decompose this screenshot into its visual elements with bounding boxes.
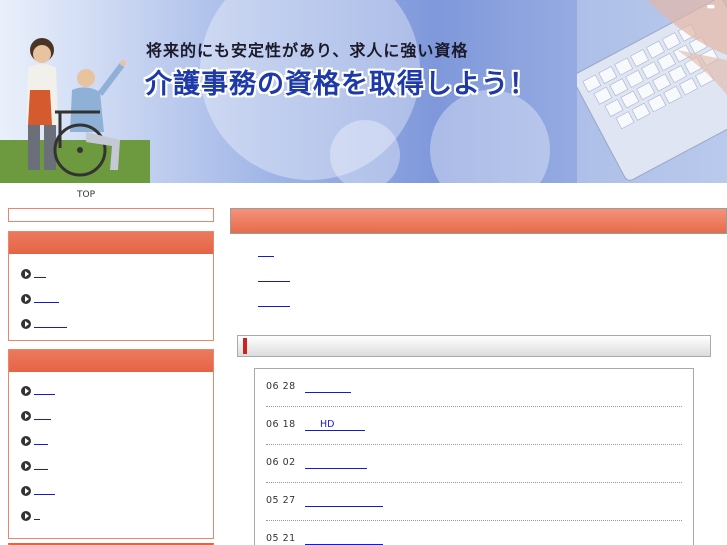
main-link[interactable]	[258, 272, 290, 282]
sidebar-menu-1	[8, 231, 214, 341]
main-link[interactable]	[258, 247, 274, 257]
sidebar-item-link[interactable]	[34, 487, 55, 495]
arrow-right-icon	[21, 485, 31, 496]
sidebar-item[interactable]	[21, 311, 201, 336]
news-row: 06 18 HD	[266, 407, 682, 445]
arrow-right-icon	[21, 435, 31, 446]
news-link[interactable]	[305, 533, 383, 545]
sidebar-menu-2-header	[9, 350, 213, 372]
news-link[interactable]: HD	[305, 419, 365, 431]
section-marker-icon	[243, 338, 247, 354]
main-link-item[interactable]	[258, 270, 290, 295]
header-glow	[430, 90, 550, 183]
site-title: 介護事務の資格を取得しよう！	[145, 69, 537, 100]
arrow-right-icon	[21, 510, 31, 521]
news-date: 05 21	[266, 533, 296, 544]
main-link-item[interactable]	[258, 245, 290, 270]
sidebar-item-link[interactable]	[34, 412, 51, 420]
sidebar-menu-2	[8, 349, 214, 539]
sidebar-item-link[interactable]	[34, 270, 46, 278]
sidebar-item[interactable]	[21, 378, 201, 403]
header-glow	[330, 120, 400, 183]
news-link[interactable]	[305, 495, 383, 507]
sidebar-item-link[interactable]	[34, 387, 55, 395]
sidebar-item-link[interactable]	[34, 437, 48, 445]
sidebar-item[interactable]	[21, 453, 201, 478]
sidebar-item[interactable]	[21, 261, 201, 286]
caregiver-illustration	[0, 38, 150, 183]
sidebar-item-link[interactable]	[34, 320, 67, 328]
sidebar-menu-2-list	[9, 372, 213, 528]
news-date: 06 28	[266, 381, 296, 392]
sidebar-item-link[interactable]	[34, 295, 59, 303]
news-row: 06 02	[266, 445, 682, 483]
keyboard-illustration	[577, 0, 727, 183]
sidebar-item[interactable]	[21, 503, 201, 528]
sidebar-menu-1-list	[9, 254, 213, 336]
sidebar-item-link[interactable]	[34, 462, 48, 470]
arrow-right-icon	[21, 385, 31, 396]
news-date: 06 02	[266, 457, 296, 468]
header-corner-mark: ▬	[706, 2, 715, 12]
news-row: 05 21	[266, 521, 682, 545]
sidebar-menu-1-header	[9, 232, 213, 254]
sidebar-item[interactable]	[21, 286, 201, 311]
site-header: 将来的にも安定性があり、求人に強い資格 介護事務の資格を取得しよう！ ▬	[0, 0, 727, 183]
arrow-right-icon	[21, 268, 31, 279]
news-date: 06 18	[266, 419, 296, 430]
news-row: 05 27	[266, 483, 682, 521]
arrow-right-icon	[21, 293, 31, 304]
breadcrumb-top[interactable]: TOP	[77, 190, 95, 200]
sidebar-item[interactable]	[21, 403, 201, 428]
news-link[interactable]	[305, 381, 351, 393]
news-date: 05 27	[266, 495, 296, 506]
news-row: 06 28	[266, 369, 682, 407]
sidebar-search-box[interactable]	[8, 208, 214, 222]
arrow-right-icon	[21, 318, 31, 329]
arrow-right-icon	[21, 410, 31, 421]
sidebar-item-link[interactable]	[34, 512, 40, 520]
news-list: 06 28 06 18 HD 06 02 05 27 05 21	[254, 368, 694, 545]
main-link[interactable]	[258, 297, 290, 307]
main-section-header	[230, 208, 727, 234]
header-tagline: 将来的にも安定性があり、求人に強い資格	[146, 41, 469, 60]
arrow-right-icon	[21, 460, 31, 471]
sidebar-item[interactable]	[21, 428, 201, 453]
main-link-item[interactable]	[258, 295, 290, 320]
sidebar-item[interactable]	[21, 478, 201, 503]
news-section-header	[237, 335, 711, 357]
news-link[interactable]	[305, 457, 367, 469]
main-link-list	[258, 245, 290, 320]
